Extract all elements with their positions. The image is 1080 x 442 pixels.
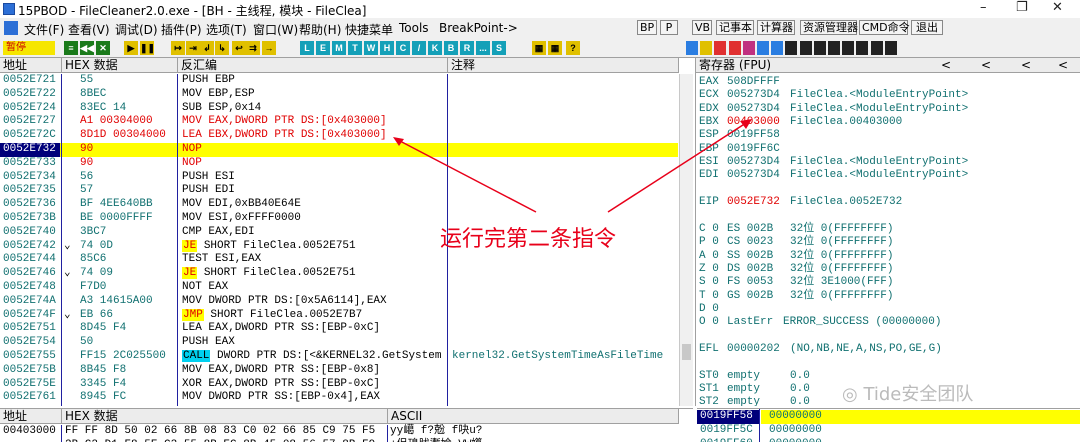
watermark: ◎ Tide安全团队 xyxy=(842,384,974,405)
arrow-line xyxy=(397,139,537,213)
wechat-icon: ◎ xyxy=(842,384,864,405)
arrow-head xyxy=(740,119,752,129)
annotation-text: 运行完第二条指令 xyxy=(440,227,617,252)
arrow-line xyxy=(607,122,747,213)
